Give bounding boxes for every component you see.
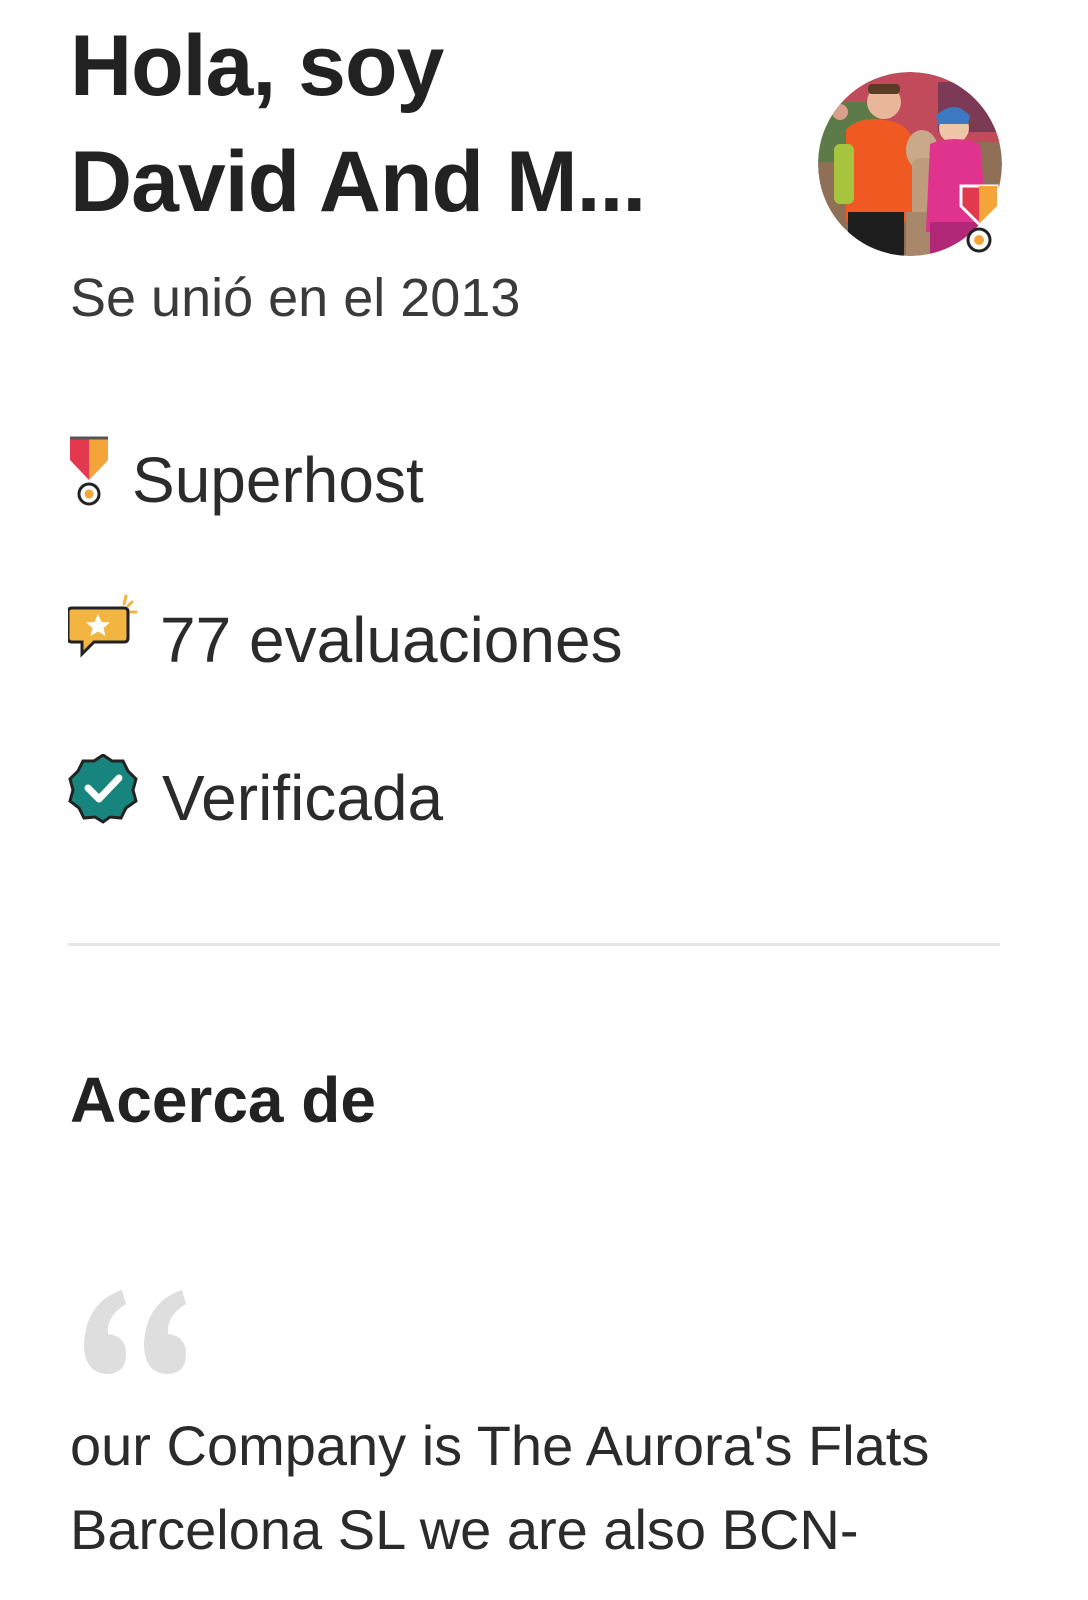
superhost-medal-icon [959,184,999,253]
stat-verified: Verificada [68,754,968,838]
about-description: our Company is The Aurora's Flats Barcel… [70,1414,930,1561]
stat-superhost: Superhost [68,436,968,520]
verified-label: Verificada [162,762,444,834]
profile-greeting: Hola, soy David And M... [70,8,646,240]
joined-date: Se unió en el 2013 [70,268,521,328]
review-speech-bubble-star-icon [68,594,138,658]
about-section-title: Acerca de [70,1064,376,1136]
superhost-medal-icon [70,436,108,506]
profile-header: Hola, soy David And M... Se unió en el 2… [70,0,1010,340]
stat-reviews[interactable]: 77 evaluaciones [68,594,968,680]
superhost-label: Superhost [132,444,424,516]
greeting-line-2: David And M... [70,134,646,230]
verified-check-badge-icon [68,754,138,824]
quote-mark-icon [84,1290,186,1374]
greeting-line-1: Hola, soy [70,18,444,114]
avatar[interactable] [818,72,1002,256]
reviews-count-link[interactable]: 77 evaluaciones [160,600,623,680]
section-divider [68,943,1000,946]
